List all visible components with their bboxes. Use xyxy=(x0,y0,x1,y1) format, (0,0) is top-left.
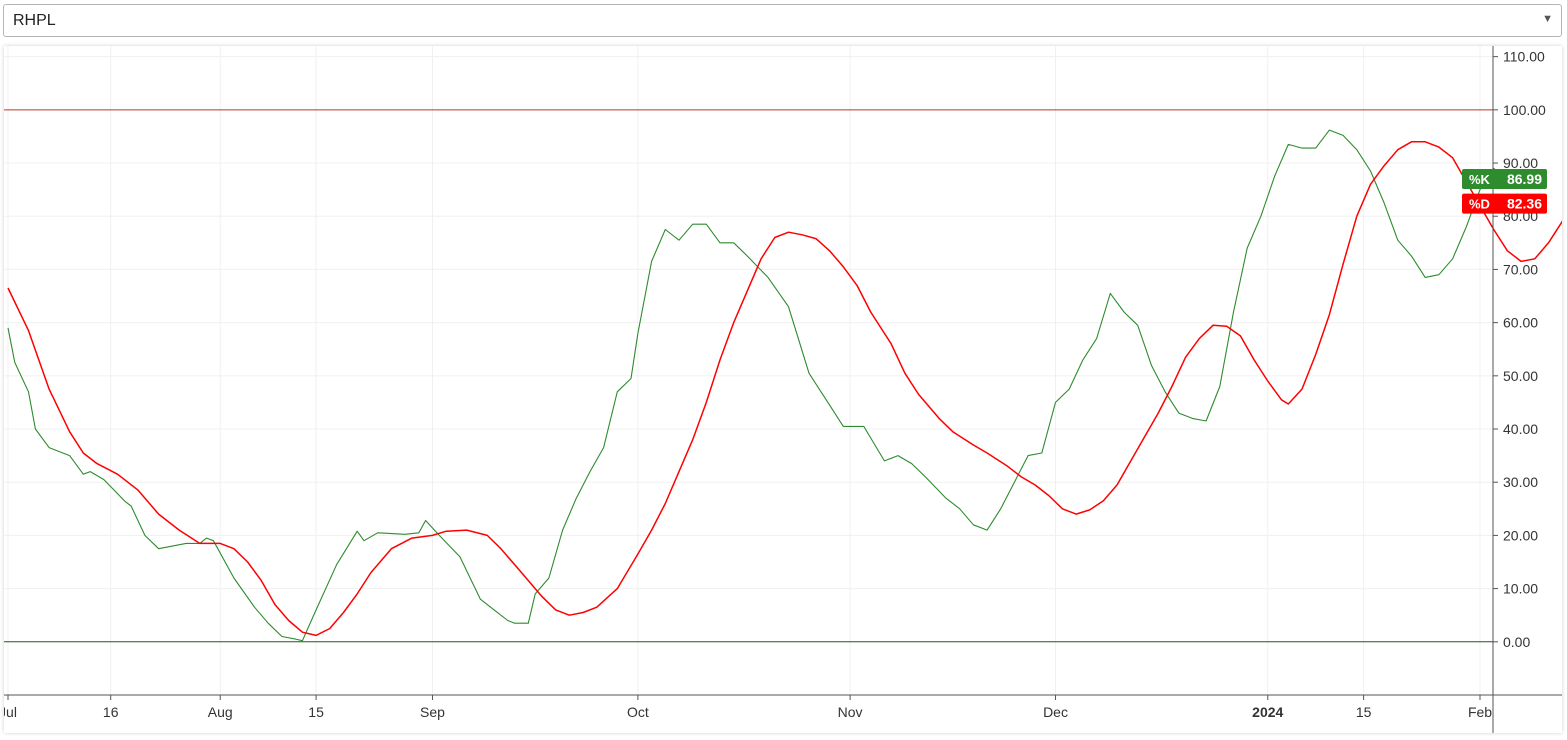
x-tick-label: 15 xyxy=(308,704,324,720)
stochastic-chart[interactable]: 0.00 10.00 20.00 30.00 40.00 50.00 60.00 70.00 8… xyxy=(4,46,1562,733)
last-value-badges: %K 86.99 %D 82.36 xyxy=(1462,169,1547,214)
x-axis-ticks: Jul 16 Aug 15 Sep Oct Nov Dec 2024 15 Feb xyxy=(4,695,1492,720)
badge-k: %K 86.99 xyxy=(1462,169,1547,190)
x-tick-label: Dec xyxy=(1043,704,1068,720)
series-line-k xyxy=(7,129,1508,642)
symbol-select[interactable]: RHPL ▼ xyxy=(3,4,1562,37)
symbol-select-value: RHPL xyxy=(13,12,56,29)
x-tick-label: Jul xyxy=(4,704,17,720)
y-tick-label: 110.00 xyxy=(1503,49,1545,65)
y-tick-label: 20.00 xyxy=(1503,527,1538,543)
y-axis-ticks: 0.00 10.00 20.00 30.00 40.00 50.00 60.00 70.00 8… xyxy=(1493,49,1546,650)
x-tick-label: Aug xyxy=(208,704,233,720)
y-tick-label: 10.00 xyxy=(1503,581,1538,597)
x-tick-label: Nov xyxy=(838,704,863,720)
y-tick-label: 70.00 xyxy=(1503,261,1538,277)
x-tick-label: 16 xyxy=(103,704,119,720)
x-tick-label: 15 xyxy=(1356,704,1372,720)
y-tick-label: 60.00 xyxy=(1503,315,1538,331)
badge-series-name: %D xyxy=(1469,197,1490,212)
y-tick-label: 100.00 xyxy=(1503,102,1546,118)
series-lines xyxy=(7,129,1562,642)
stochastic-chart-panel: 0.00 10.00 20.00 30.00 40.00 50.00 60.00 70.00 8… xyxy=(4,46,1562,733)
chart-grid xyxy=(4,46,1493,695)
x-tick-label: Oct xyxy=(627,704,649,720)
y-tick-label: 40.00 xyxy=(1503,421,1538,437)
y-tick-label: 30.00 xyxy=(1503,474,1538,490)
chevron-down-icon[interactable]: ▼ xyxy=(1542,13,1553,25)
badge-d: %D 82.36 xyxy=(1462,193,1547,214)
badge-value: 82.36 xyxy=(1507,196,1542,212)
y-tick-label: 0.00 xyxy=(1503,634,1530,650)
badge-value: 86.99 xyxy=(1507,171,1542,187)
x-tick-label: Feb xyxy=(1468,704,1492,720)
y-tick-label: 90.00 xyxy=(1503,155,1538,171)
x-tick-label: 2024 xyxy=(1252,704,1283,720)
x-tick-label: Sep xyxy=(420,704,445,720)
y-tick-label: 50.00 xyxy=(1503,368,1538,384)
badge-series-name: %K xyxy=(1469,172,1491,187)
